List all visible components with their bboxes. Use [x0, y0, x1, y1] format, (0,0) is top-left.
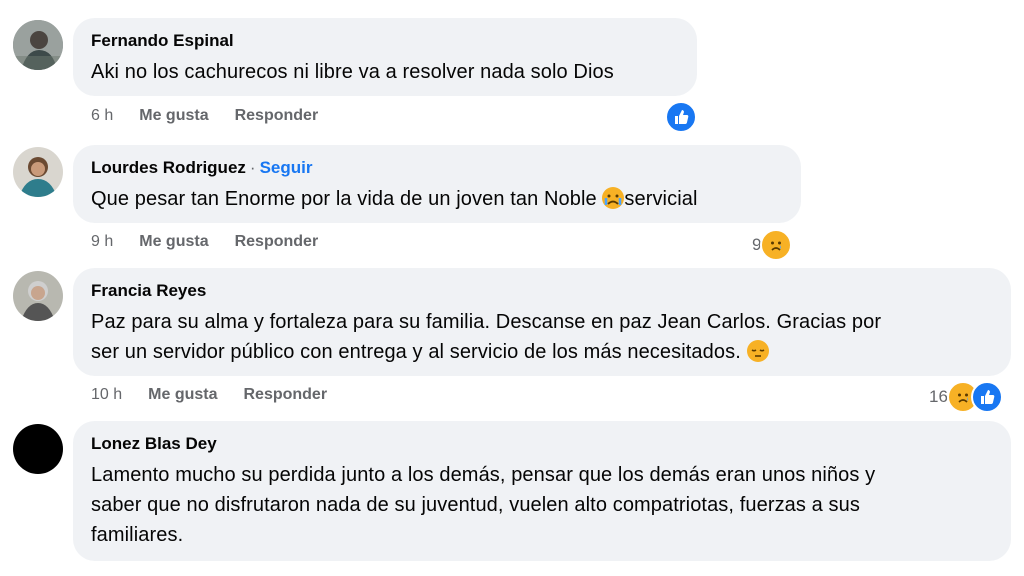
comment-text-start: Que pesar tan Enorme por la vida de un j…	[91, 188, 603, 210]
comment-text: Lamento mucho su perdida junto a los dem…	[91, 460, 993, 550]
comment-text-line: Lamento mucho su perdida junto a los dem…	[91, 464, 876, 486]
reaction-count: 16	[929, 387, 948, 406]
separator-dot: ·	[249, 158, 256, 177]
comment-bubble: Lourdes Rodriguez · Seguir Que pesar tan…	[73, 145, 801, 223]
comment-author[interactable]: Fernando Espinal	[91, 30, 679, 52]
comment-text-line: Paz para su alma y fortaleza para su fam…	[91, 311, 882, 333]
avatar[interactable]	[13, 271, 63, 321]
comment-bubble: Fernando Espinal Aki no los cachurecos n…	[73, 18, 697, 96]
comment-text: Paz para su alma y fortaleza para su fam…	[91, 307, 993, 367]
reply-button[interactable]: Responder	[235, 233, 319, 251]
reactions[interactable]: 16	[929, 381, 1003, 413]
avatar[interactable]	[13, 424, 63, 474]
like-reaction-icon	[665, 101, 697, 133]
comment-actions: 10 h Me gusta Responder	[91, 386, 353, 404]
avatar-photo-icon	[13, 147, 63, 197]
comment-time[interactable]: 9 h	[91, 233, 113, 251]
comment-author[interactable]: Francia Reyes	[91, 280, 993, 302]
reactions[interactable]	[665, 101, 697, 133]
comment-author-row: Lourdes Rodriguez · Seguir	[91, 157, 783, 179]
pensive-face-icon	[746, 340, 769, 362]
comment-actions: 9 h Me gusta Responder	[91, 233, 344, 251]
like-reaction-icon	[970, 381, 1003, 413]
comment-text-line: ser un servidor público con entrega y al…	[91, 341, 747, 363]
like-button[interactable]: Me gusta	[139, 107, 208, 125]
follow-button[interactable]: Seguir	[260, 157, 313, 179]
crying-face-icon	[602, 187, 625, 209]
comment-text-line: familiares.	[91, 524, 184, 546]
comment-text-line: saber que no disfrutaron nada de su juve…	[91, 494, 860, 516]
reply-button[interactable]: Responder	[235, 107, 319, 125]
avatar-photo-icon	[13, 271, 63, 321]
comment-author[interactable]: Lonez Blas Dey	[91, 433, 993, 455]
avatar[interactable]	[13, 147, 63, 197]
comment-text: Aki no los cachurecos ni libre va a reso…	[91, 61, 614, 83]
comment-author[interactable]: Lourdes Rodriguez	[91, 157, 246, 179]
like-button[interactable]: Me gusta	[139, 233, 208, 251]
comment-time[interactable]: 6 h	[91, 107, 113, 125]
sad-reaction-icon	[760, 229, 793, 261]
like-button[interactable]: Me gusta	[148, 386, 217, 404]
avatar-photo-icon	[13, 20, 63, 70]
comment-bubble: Lonez Blas Dey Lamento mucho su perdida …	[73, 421, 1011, 561]
reactions[interactable]: 9	[752, 229, 793, 261]
comment-actions: 6 h Me gusta Responder	[91, 107, 344, 125]
comment-time[interactable]: 10 h	[91, 386, 122, 404]
comment-bubble: Francia Reyes Paz para su alma y fortale…	[73, 268, 1011, 376]
comment-text: Que pesar tan Enorme por la vida de un j…	[91, 184, 783, 214]
avatar[interactable]	[13, 20, 63, 70]
comment-text-end: servicial	[624, 188, 698, 210]
reply-button[interactable]: Responder	[243, 386, 327, 404]
